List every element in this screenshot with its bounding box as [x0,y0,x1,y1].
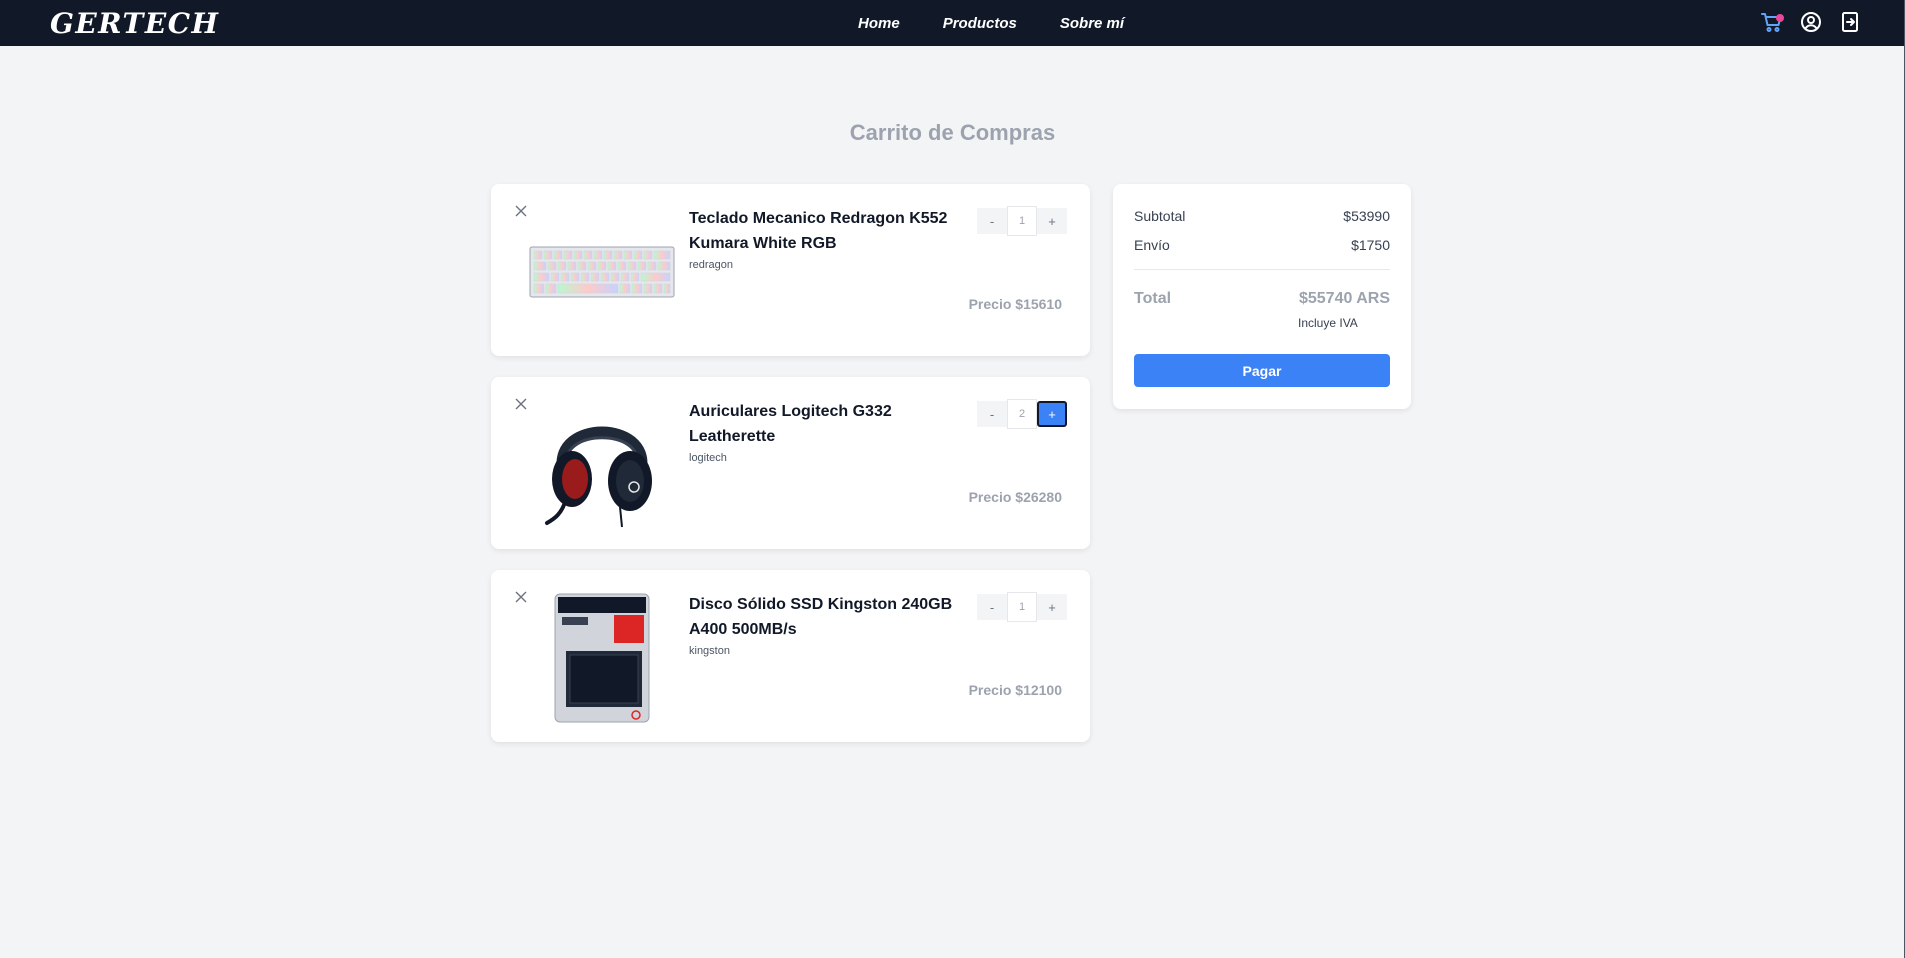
decrease-qty-button[interactable]: - [977,401,1007,427]
order-summary: Subtotal $53990 Envío $1750 Total $55740… [1113,184,1411,409]
product-brand: kingston [689,645,730,657]
brand-logo[interactable]: GERTECH [50,7,219,40]
nav-links: Home Productos Sobre mí [858,0,1124,46]
product-image-ssd [529,592,675,724]
quantity-stepper: - + [977,592,1067,622]
page-title: Carrito de Compras [849,120,1056,145]
quantity-input[interactable] [1007,206,1037,236]
product-name[interactable]: Teclado Mecanico Redragon K552 Kumara Wh… [689,206,959,256]
quantity-input[interactable] [1007,592,1037,622]
nav-link-productos[interactable]: Productos [943,15,1017,32]
product-brand: logitech [689,452,727,464]
product-price: Precio $15610 [968,296,1062,312]
nav-icons [1760,10,1862,34]
cart-item: Disco Sólido SSD Kingston 240GB A400 500… [491,570,1090,742]
cart-item: Auriculares Logitech G332 Leatherette lo… [491,377,1090,549]
decrease-qty-button[interactable]: - [977,208,1007,234]
product-image-headset [529,399,675,531]
nav-link-home[interactable]: Home [858,15,900,32]
total-label: Total [1134,290,1172,307]
shipping-value: $1750 [1351,237,1390,253]
decrease-qty-button[interactable]: - [977,594,1007,620]
shipping-label: Envío [1134,237,1170,253]
quantity-stepper: - + [977,206,1067,236]
subtotal-label: Subtotal [1134,208,1186,224]
tax-note: Incluye IVA [1298,316,1358,330]
subtotal-row: Subtotal $53990 [1134,208,1390,224]
cart-item: Teclado Mecanico Redragon K552 Kumara Wh… [491,184,1090,356]
cart-icon[interactable] [1760,10,1784,34]
subtotal-value: $53990 [1343,208,1390,224]
top-navbar: GERTECH Home Productos Sobre mí [0,0,1905,46]
increase-qty-button[interactable]: + [1037,208,1067,234]
increase-qty-button[interactable]: + [1037,594,1067,620]
remove-item-icon[interactable] [514,204,528,218]
shipping-row: Envío $1750 [1134,237,1390,253]
product-price: Precio $26280 [968,489,1062,505]
total-value: $55740 ARS [1298,290,1390,307]
product-brand: redragon [689,259,734,271]
product-image-keyboard [529,206,675,338]
remove-item-icon[interactable] [514,397,528,411]
increase-qty-button[interactable]: + [1037,401,1067,427]
product-name[interactable]: Disco Sólido SSD Kingston 240GB A400 500… [689,592,959,642]
quantity-stepper: - + [977,399,1067,429]
product-price: Precio $12100 [968,682,1062,698]
summary-divider [1134,269,1390,270]
pay-button[interactable]: Pagar [1134,354,1390,387]
cart-badge [1776,14,1784,22]
nav-link-sobre-mi[interactable]: Sobre mí [1060,15,1124,32]
total-row: Total $55740 ARS [1134,290,1390,308]
logout-icon[interactable] [1838,10,1862,34]
remove-item-icon[interactable] [514,590,528,604]
user-icon[interactable] [1799,10,1823,34]
product-name[interactable]: Auriculares Logitech G332 Leatherette [689,399,959,449]
quantity-input[interactable] [1007,399,1037,429]
